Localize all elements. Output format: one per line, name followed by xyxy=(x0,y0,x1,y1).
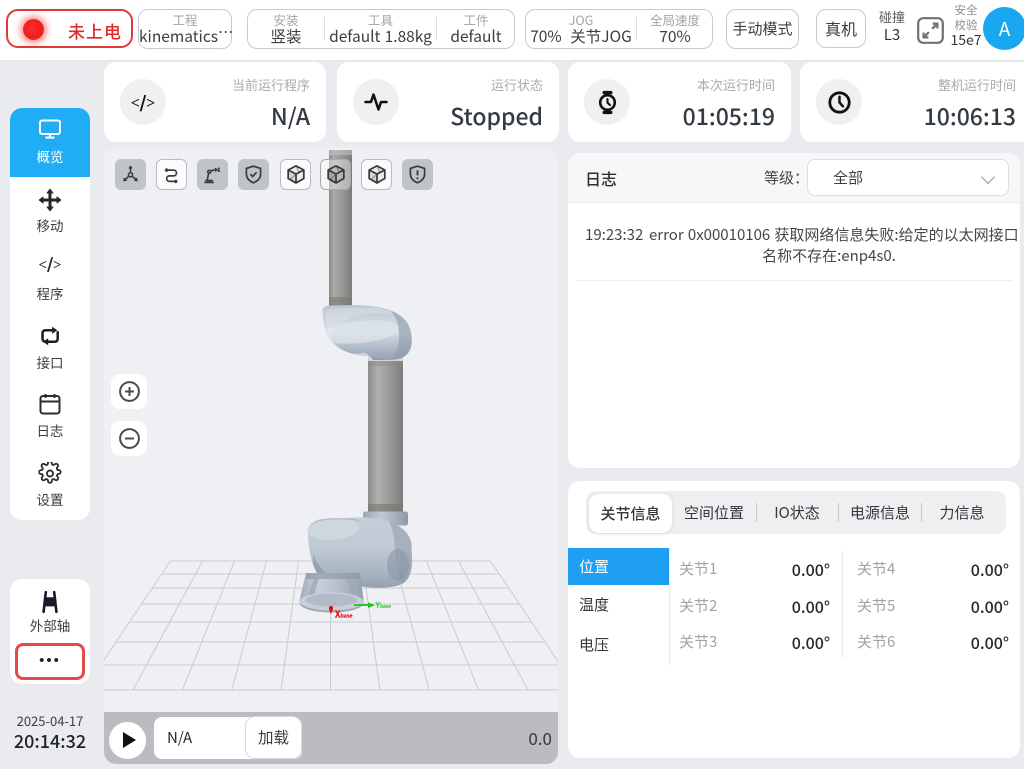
svg-text:</>: </> xyxy=(131,89,155,113)
svg-text:</>: </> xyxy=(39,256,62,272)
svg-text:Ybase: Ybase xyxy=(375,600,392,611)
